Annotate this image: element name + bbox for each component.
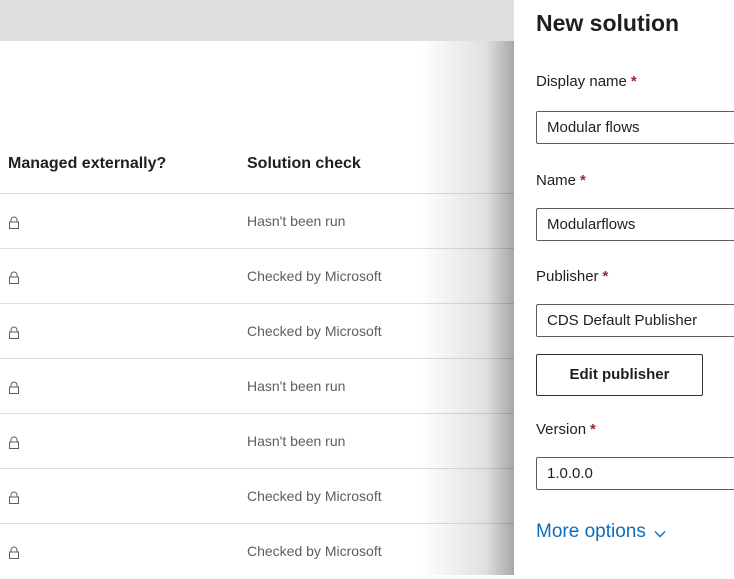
column-header-managed-externally[interactable]: Managed externally?: [8, 155, 166, 173]
solution-check-status: Checked by Microsoft: [247, 268, 382, 284]
lock-icon: [9, 326, 19, 339]
more-options-label: More options: [536, 521, 646, 542]
version-label: Version *: [536, 421, 596, 438]
more-options-toggle[interactable]: More options: [536, 521, 666, 543]
name-label: Name *: [536, 172, 586, 189]
solution-check-status: Hasn't been run: [247, 433, 346, 449]
solution-check-status: Checked by Microsoft: [247, 323, 382, 339]
name-field[interactable]: Modularflows: [536, 208, 734, 241]
lock-icon: [9, 271, 19, 284]
lock-icon: [9, 436, 19, 449]
lock-icon: [9, 216, 19, 229]
required-marker: *: [580, 172, 586, 189]
display-name-field[interactable]: Modular flows: [536, 111, 734, 144]
publisher-select[interactable]: CDS Default Publisher: [536, 304, 734, 337]
chevron-down-icon: [654, 530, 666, 537]
required-marker: *: [602, 268, 609, 285]
panel-title: New solution: [536, 10, 680, 36]
solution-check-status: Checked by Microsoft: [247, 488, 382, 504]
lock-icon: [9, 546, 19, 559]
required-marker: *: [630, 73, 637, 90]
version-label-text: Version: [536, 421, 587, 438]
lock-icon: [9, 491, 19, 504]
name-label-text: Name: [536, 172, 577, 189]
solution-check-status: Hasn't been run: [247, 378, 346, 394]
display-name-label-text: Display name: [536, 73, 627, 90]
panel-shadow-overlay: [420, 41, 514, 575]
publisher-label-text: Publisher: [536, 268, 599, 285]
new-solution-panel: New solution Display name * Modular flows…: [514, 0, 734, 575]
column-header-solution-check[interactable]: Solution check: [247, 155, 361, 173]
required-marker: *: [590, 421, 596, 438]
edit-publisher-button[interactable]: Edit publisher: [536, 354, 703, 396]
display-name-label: Display name *: [536, 73, 637, 90]
version-field[interactable]: 1.0.0.0: [536, 457, 734, 490]
publisher-label: Publisher *: [536, 268, 608, 285]
solution-check-status: Checked by Microsoft: [247, 543, 382, 559]
solution-check-status: Hasn't been run: [247, 213, 346, 229]
lock-icon: [9, 381, 19, 394]
